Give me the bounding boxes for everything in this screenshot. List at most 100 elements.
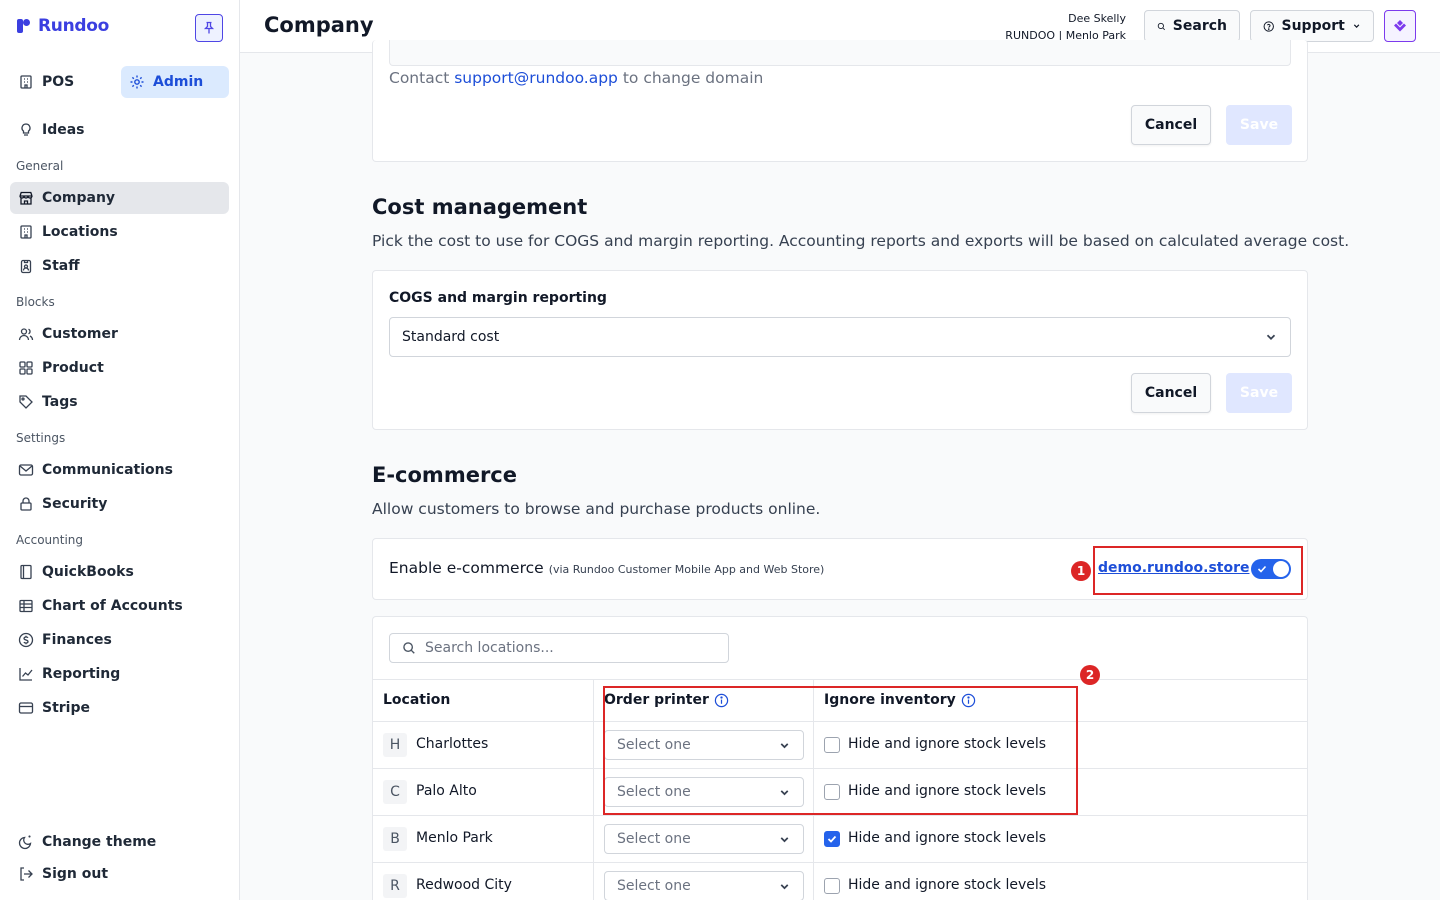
mode-admin-label: Admin	[153, 74, 204, 90]
column-header-label: Location	[383, 692, 451, 708]
ignore-inventory-checkbox[interactable]	[824, 878, 840, 894]
sidebar-item-label: Locations	[42, 224, 118, 240]
order-printer-value: Select one	[617, 831, 691, 847]
sidebar-item-sign-out[interactable]: Sign out	[10, 858, 229, 890]
sidebar-item-label: Sign out	[42, 866, 109, 882]
support-email-link[interactable]: support@rundoo.app	[454, 69, 618, 87]
ignore-inventory-label: Hide and ignore stock levels	[848, 877, 1047, 893]
pin-icon	[203, 21, 215, 34]
sidebar-item-label: Reporting	[42, 666, 121, 682]
app-switcher-button[interactable]	[1384, 10, 1416, 42]
sidebar-item-product[interactable]: Product	[10, 352, 229, 384]
annotation-badge-2: 2	[1080, 665, 1100, 685]
user-name: Dee Skelly	[1068, 12, 1126, 25]
sidebar-item-label: Security	[42, 496, 108, 512]
store-icon	[19, 191, 33, 205]
sidebar-item-company[interactable]: Company	[10, 182, 229, 214]
chevron-down-icon	[780, 883, 789, 889]
book-icon	[20, 564, 32, 580]
grid-icon	[19, 361, 33, 375]
sidebar-item-stripe[interactable]: Stripe	[10, 692, 229, 724]
sidebar-item-security[interactable]: Security	[10, 488, 229, 520]
ecommerce-title: E-commerce	[372, 463, 517, 487]
badge-icon	[20, 259, 32, 274]
search-button[interactable]: Search	[1144, 10, 1240, 42]
cogs-select[interactable]: Standard cost	[389, 317, 1291, 357]
cost-save-button[interactable]: Save	[1226, 373, 1292, 413]
annotation-box-1	[1093, 546, 1303, 595]
contact-suffix: to change domain	[617, 69, 764, 87]
domain-save-button[interactable]: Save	[1226, 105, 1292, 145]
support-button[interactable]: Support	[1250, 10, 1374, 42]
location-name: Redwood City	[416, 877, 512, 893]
sidebar: Rundoo POS Admin Ideas General Company L…	[0, 0, 240, 900]
search-icon	[403, 642, 415, 654]
nav-section-accounting: Accounting	[16, 533, 84, 547]
location-name: Charlottes	[416, 736, 489, 752]
brand-logo[interactable]: Rundoo	[16, 16, 109, 36]
cogs-select-value: Standard cost	[402, 329, 500, 345]
help-circle-icon	[1263, 20, 1274, 32]
sidebar-item-tags[interactable]: Tags	[10, 386, 229, 418]
location-search-placeholder: Search locations...	[425, 640, 554, 656]
sidebar-item-label: Change theme	[42, 834, 157, 850]
location-badge: H	[383, 733, 407, 757]
nav-section-settings: Settings	[16, 431, 66, 445]
mail-icon	[18, 464, 34, 476]
mode-admin[interactable]: Admin	[121, 66, 229, 98]
enable-ecommerce-note: (via Rundoo Customer Mobile App and Web …	[548, 563, 825, 576]
location-name: Menlo Park	[416, 830, 493, 846]
app-logo-icon	[1394, 20, 1406, 32]
sidebar-item-locations[interactable]: Locations	[10, 216, 229, 248]
contact-prefix: Contact	[389, 69, 455, 87]
sidebar-item-communications[interactable]: Communications	[10, 454, 229, 486]
sidebar-item-chart-of-accounts[interactable]: Chart of Accounts	[10, 590, 229, 622]
chevron-down-icon	[780, 836, 789, 842]
support-button-label: Support	[1281, 18, 1345, 34]
user-info: Dee Skelly RUNDOO | Menlo Park	[1005, 10, 1126, 44]
building-icon	[20, 225, 32, 239]
ignore-inventory-checkbox[interactable]	[824, 831, 840, 847]
sidebar-item-label: Tags	[42, 394, 78, 410]
pin-sidebar-button[interactable]	[195, 14, 223, 42]
dollar-icon	[18, 632, 34, 648]
sidebar-item-quickbooks[interactable]: QuickBooks	[10, 556, 229, 588]
order-printer-value: Select one	[617, 878, 691, 894]
search-button-label: Search	[1172, 18, 1227, 34]
sidebar-item-finances[interactable]: Finances	[10, 624, 229, 656]
sidebar-item-customer[interactable]: Customer	[10, 318, 229, 350]
sidebar-item-ideas[interactable]: Ideas	[10, 114, 229, 146]
sidebar-item-label: Finances	[42, 632, 112, 648]
sidebar-item-label: Chart of Accounts	[42, 598, 183, 614]
mode-pos[interactable]: POS	[10, 66, 110, 98]
sidebar-item-label: QuickBooks	[42, 564, 134, 580]
cost-management-description: Pick the cost to use for COGS and margin…	[372, 232, 1350, 250]
enable-ecommerce-row: Enable e-commerce (via Rundoo Customer M…	[389, 559, 824, 577]
order-printer-select[interactable]: Select one	[604, 871, 804, 900]
sidebar-item-reporting[interactable]: Reporting	[10, 658, 229, 690]
location-search-input[interactable]: Search locations...	[389, 633, 729, 663]
cogs-field-label: COGS and margin reporting	[389, 290, 607, 306]
chevron-down-icon	[1353, 24, 1360, 29]
brand-name: Rundoo	[38, 16, 110, 36]
domain-contact-note: Contact support@rundoo.app to change dom…	[389, 69, 763, 87]
sidebar-item-staff[interactable]: Staff	[10, 250, 229, 282]
sidebar-item-label: Stripe	[42, 700, 90, 716]
users-icon	[18, 328, 34, 341]
nav-section-general: General	[16, 159, 64, 173]
annotation-box-2	[603, 686, 1078, 815]
ecommerce-description: Allow customers to browse and purchase p…	[372, 500, 821, 518]
sidebar-item-label: Company	[42, 190, 116, 206]
table-row: R Redwood City Select one Hide and ignor…	[373, 862, 1307, 900]
enable-ecommerce-label: Enable e-commerce	[389, 559, 544, 577]
cost-management-card: COGS and margin reporting Standard cost …	[372, 270, 1308, 430]
line-chart-icon	[19, 668, 33, 681]
sidebar-item-change-theme[interactable]: Change theme	[10, 826, 229, 858]
order-printer-select[interactable]: Select one	[604, 824, 804, 854]
theme-icon	[18, 835, 32, 850]
domain-cancel-button[interactable]: Cancel	[1131, 105, 1211, 145]
mode-switcher: POS Admin	[10, 66, 229, 98]
cost-cancel-button[interactable]: Cancel	[1131, 373, 1211, 413]
location-badge: C	[383, 780, 407, 804]
table-icon	[19, 599, 33, 613]
